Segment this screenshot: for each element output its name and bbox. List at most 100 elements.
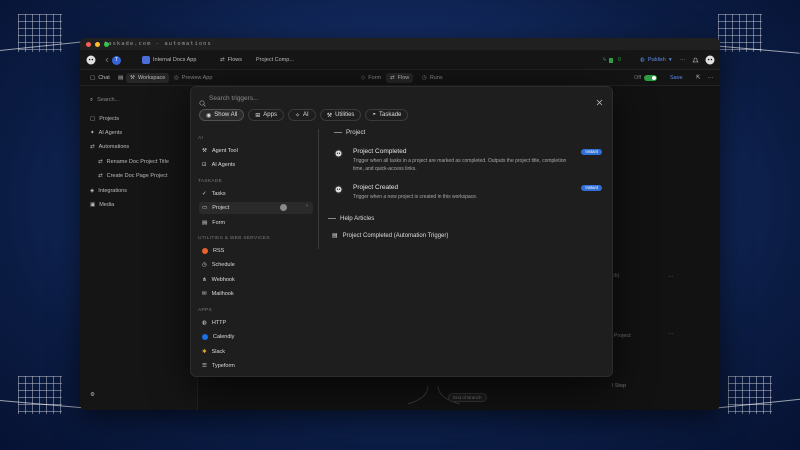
taskade-icon	[334, 185, 343, 194]
category-label: Schedule	[211, 262, 235, 268]
credits-indicator[interactable]: ϟ 0	[603, 55, 621, 65]
cursor-indicator	[280, 204, 287, 211]
category-item-typeform[interactable]: ☰ Typeform	[199, 360, 313, 372]
credits-count: 0	[617, 57, 621, 63]
category-item-http[interactable]: ◍ HTTP	[199, 317, 313, 329]
share-icon[interactable]: ⇱	[692, 73, 705, 83]
sidebar-item-label: Automations	[98, 144, 130, 150]
category-item-ai-agents[interactable]: ⊡ AI Agents	[199, 159, 313, 171]
project-breadcrumb-label: Project Comp...	[256, 57, 294, 63]
flow-tab[interactable]: ⇄ Flow	[386, 73, 414, 83]
taskade-logo-icon[interactable]	[86, 55, 96, 65]
app-icon	[142, 56, 150, 64]
chevron-right-icon: ›	[306, 203, 308, 209]
project-breadcrumb[interactable]: Project Comp...	[256, 55, 294, 65]
trigger-project-completed[interactable]: Project Completed Trigger when all tasks…	[334, 148, 602, 174]
category-item-slack[interactable]: ✱ Slack	[199, 346, 313, 358]
toggle-label: Off	[634, 75, 642, 81]
instant-badge: Instant	[581, 185, 602, 191]
search-icon: ⌕	[90, 96, 94, 103]
category-item-project[interactable]: ▭ Project ›	[199, 202, 313, 214]
sparkle-icon: ✧	[294, 112, 301, 119]
sidebar-item-automations[interactable]: ⇄ Automations	[90, 142, 129, 152]
app-selector[interactable]: Internal Docs App	[142, 55, 196, 65]
minimize-window-dot[interactable]	[95, 41, 100, 47]
flows-icon: ⇄	[220, 57, 225, 63]
workspace-tab[interactable]: ⚒ Workspace	[126, 73, 170, 83]
publish-label: Publish	[647, 57, 666, 63]
bell-icon[interactable]	[692, 55, 699, 65]
close-icon[interactable]	[596, 93, 603, 111]
flow-icon: ⇄	[390, 75, 395, 81]
tasks-icon: ✓	[202, 191, 207, 197]
sidebar-item-ai-agents[interactable]: ✦ AI Agents	[90, 128, 122, 138]
sidebar-item-projects[interactable]: ▢ Projects	[90, 114, 119, 124]
trigger-search-input[interactable]	[209, 92, 589, 104]
runs-label: Runs	[429, 75, 443, 81]
category-item-rss[interactable]: RSS	[199, 245, 313, 257]
category-item-mailhook[interactable]: ✉ Mailhook	[199, 288, 313, 300]
category-item-tasks[interactable]: ✓ Tasks	[199, 188, 313, 200]
chevron-left-icon[interactable]	[104, 55, 110, 65]
sidebar-item-create-doc[interactable]: ⇄ Create Doc Page Project	[98, 171, 167, 181]
category-item-form[interactable]: ▤ Form	[199, 217, 313, 229]
category-item-schedule[interactable]: ◷ Schedule	[199, 259, 313, 271]
sidebar-item-rename-doc[interactable]: ⇄ Rename Doc Project Title	[98, 157, 169, 167]
sidebar-item-label: Rename Doc Project Title	[106, 159, 169, 165]
end-of-branch-pill[interactable]: End of Branch	[448, 393, 487, 402]
filter-apps[interactable]: ⊞ Apps	[248, 109, 284, 121]
form-tab[interactable]: ◇ Form	[357, 73, 385, 83]
form-icon: ◇	[361, 75, 366, 81]
filter-taskade[interactable]: ◓ Taskade	[365, 109, 409, 121]
filter-ai[interactable]: ✧ AI	[287, 109, 316, 121]
runs-tab[interactable]: ◷ Runs	[418, 73, 447, 83]
instant-badge: Instant	[581, 149, 602, 155]
help-article-item[interactable]: ▤ Project Completed (Automation Trigger)	[332, 232, 448, 240]
sidebar-search-label: Search...	[97, 97, 120, 103]
sidebar-item-integrations[interactable]: ◈ Integrations	[90, 186, 127, 196]
category-item-agent-tool[interactable]: ⚒ Agent Tool	[199, 145, 313, 157]
close-window-dot[interactable]	[86, 41, 91, 47]
chat-tab[interactable]: ▢ Chat	[86, 73, 114, 83]
chevron-down-icon: ▾	[668, 57, 672, 63]
trigger-picker-modal: ◉Show All ⊞Apps ✧AI ⚒Utilities ◓Taskade …	[190, 86, 613, 377]
sidebar-item-label: Integrations	[98, 188, 127, 194]
calendly-icon	[202, 334, 208, 340]
sidebar-search[interactable]: ⌕ Search...	[90, 95, 119, 105]
flow-toggle[interactable]: Off	[630, 73, 661, 83]
sidebar: ⌕ Search... ▢ Projects ✦ AI Agents ⇄ Automat…	[80, 86, 198, 410]
results-heading-help: Help Articles	[328, 215, 374, 222]
more-icon[interactable]: ⋯	[704, 73, 718, 83]
preview-icon: ◎	[174, 75, 179, 81]
category-label: AI Agents	[211, 162, 236, 168]
category-item-calendly[interactable]: Calendly	[199, 331, 313, 343]
apps-icon: ⊞	[255, 112, 261, 119]
settings-icon[interactable]: ⚙	[90, 390, 95, 400]
robot-icon: ⊡	[202, 162, 207, 168]
section-label-ai: AI	[198, 136, 204, 141]
preview-label: Preview App	[181, 75, 213, 81]
workspace-label: Workspace	[137, 75, 166, 81]
filter-show-all[interactable]: ◉ Show All	[199, 109, 245, 121]
workspace-initial: T	[112, 55, 121, 65]
filter-utilities[interactable]: ⚒ Utilities	[319, 109, 362, 121]
sidebar-item-media[interactable]: ▣ Media	[90, 200, 114, 210]
category-item-webhook[interactable]: ⋔ Webhook	[199, 274, 313, 286]
publish-button[interactable]: ◍ Publish ▾	[640, 55, 672, 65]
column-divider	[318, 129, 319, 249]
workspace-avatar[interactable]: T	[112, 55, 121, 65]
save-button[interactable]: Save	[666, 73, 687, 83]
eye-icon: ◉	[206, 112, 212, 119]
rss-icon	[202, 248, 208, 254]
flow-icon: ⇄	[98, 159, 103, 165]
decor-grid-bottom-left	[18, 376, 62, 414]
preview-app-tab[interactable]: ◎ Preview App	[170, 73, 216, 83]
flows-breadcrumb[interactable]: ⇄ Flows	[220, 55, 242, 65]
trigger-project-created[interactable]: Project Created Trigger when a new proje…	[334, 184, 602, 202]
automations-icon: ⇄	[90, 144, 95, 150]
ai-agents-icon: ✦	[90, 130, 95, 136]
more-options-icon[interactable]: ···	[680, 55, 686, 65]
history-icon: ◷	[422, 75, 427, 81]
user-avatar[interactable]	[705, 55, 715, 65]
taskade-icon: ◓	[372, 112, 377, 118]
